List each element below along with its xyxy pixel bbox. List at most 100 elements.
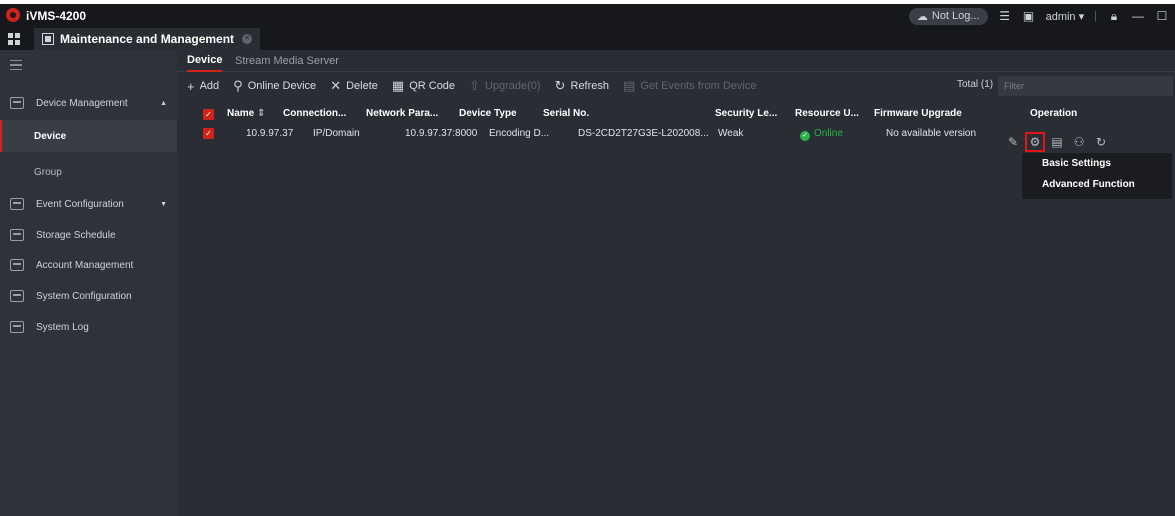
qr-code-button[interactable]: ▦ QR Code [392, 78, 455, 94]
chevron-down-icon: ▼ [160, 200, 167, 208]
title-bar: iVMS-4200 ☁ Not Log... ☰ ▣ admin ▾ | 🔒︎ … [0, 4, 1175, 28]
menu-toggle-icon[interactable] [10, 60, 22, 70]
remote-storage-icon[interactable]: ▤ [1049, 134, 1065, 150]
cell-device-type: Encoding D... [489, 128, 550, 139]
cell-serial: DS-2CD2T27G3E-L202008... [578, 128, 709, 139]
column-header-firmware[interactable]: Firmware Upgrade [874, 108, 962, 119]
sub-tab-bar: Device Stream Media Server [177, 50, 1175, 72]
column-header-resource[interactable]: Resource U... [795, 108, 859, 119]
chevron-down-icon: ▾ [1078, 10, 1085, 23]
get-events-button[interactable]: ▤ Get Events from Device [623, 78, 756, 94]
delete-label: Delete [346, 80, 378, 92]
tab-label: Maintenance and Management [60, 32, 235, 46]
module-grid-icon[interactable] [8, 33, 20, 45]
column-header-name[interactable]: Name [227, 108, 254, 119]
status-badge: ✓ Online [800, 128, 843, 141]
column-header-network[interactable]: Network Para... [366, 108, 438, 119]
status-label: Online [814, 128, 843, 139]
check-circle-icon: ✓ [800, 131, 810, 141]
sidebar-item-label: Device Management [36, 97, 128, 109]
edit-icon[interactable]: ✎ [1005, 134, 1021, 150]
cell-network: 10.9.97.37:8000 [405, 128, 478, 139]
menu-item-basic-settings[interactable]: Basic Settings [1022, 153, 1172, 174]
refresh-icon[interactable]: ↻ [1093, 134, 1109, 150]
tab-stream-media-server[interactable]: Stream Media Server [235, 50, 339, 72]
sidebar-item-storage-schedule[interactable]: Storage Schedule [0, 220, 177, 250]
select-all-checkbox[interactable]: ✓ [203, 109, 214, 120]
sort-icon[interactable]: ⇕ [257, 108, 265, 119]
remote-configuration-gear-icon[interactable]: ⚙ [1025, 132, 1045, 152]
get-events-label: Get Events from Device [640, 80, 757, 92]
column-header-operation: Operation [1030, 108, 1078, 119]
sidebar-item-label: Group [34, 166, 62, 178]
sidebar-item-label: Device [34, 130, 67, 142]
cell-connection: IP/Domain [313, 128, 360, 139]
ivms-window: iVMS-4200 ☁ Not Log... ☰ ▣ admin ▾ | 🔒︎ … [0, 4, 1175, 516]
filter-input[interactable] [998, 76, 1173, 96]
event-configuration-icon [10, 198, 24, 210]
online-device-button[interactable]: ⚲ Online Device [233, 78, 316, 94]
sidebar-item-device-management[interactable]: Device Management ▲ [0, 88, 177, 118]
sidebar: Device Management ▲ Device Group Event C… [0, 50, 177, 516]
user-name: admin [1045, 10, 1076, 23]
title-controls: ☁ Not Log... ☰ ▣ admin ▾ | 🔒︎ — ☐ [908, 7, 1169, 25]
tab-device[interactable]: Device [187, 50, 223, 72]
column-header-device-type[interactable]: Device Type [459, 108, 517, 119]
upgrade-label: Upgrade(0) [484, 80, 541, 92]
main-content: Device Stream Media Server + Add ⚲ Online … [177, 50, 1175, 516]
close-icon[interactable]: ✕ [242, 34, 253, 44]
gear-icon [10, 290, 24, 302]
cloud-icon: ☁ [916, 10, 928, 23]
sidebar-item-label: Event Configuration [36, 198, 124, 210]
task-list-icon[interactable]: ☰ [998, 9, 1012, 23]
add-button[interactable]: + Add [187, 79, 219, 94]
sidebar-item-system-configuration[interactable]: System Configuration [0, 281, 177, 311]
sidebar-item-device[interactable]: Device [0, 120, 177, 152]
picture-icon[interactable]: ▣ [1022, 9, 1036, 23]
online-device-label: Online Device [247, 80, 317, 92]
upgrade-button[interactable]: ⇧ Upgrade(0) [469, 78, 541, 94]
column-header-serial[interactable]: Serial No. [543, 108, 589, 119]
config-dropdown-menu: Basic Settings Advanced Function [1022, 153, 1172, 199]
app-title: iVMS-4200 [26, 9, 87, 23]
column-header-security[interactable]: Security Le... [715, 108, 777, 119]
storage-icon [10, 229, 24, 241]
sidebar-item-system-log[interactable]: System Log [0, 312, 177, 342]
sidebar-item-group[interactable]: Group [0, 156, 177, 188]
cell-name: 10.9.97.37 [246, 128, 294, 139]
sidebar-item-label: System Configuration [36, 290, 132, 302]
column-header-connection[interactable]: Connection... [283, 108, 346, 119]
log-icon [10, 321, 24, 333]
total-count: Total (1) [957, 79, 994, 90]
plus-icon: + [187, 78, 195, 94]
user-icon[interactable]: ⚇ [1071, 134, 1087, 150]
lock-icon[interactable]: 🔒︎ [1107, 9, 1121, 23]
user-menu[interactable]: admin ▾ [1046, 10, 1085, 23]
maximize-icon[interactable]: ☐ [1155, 9, 1169, 23]
menu-item-advanced-function[interactable]: Advanced Function [1022, 174, 1172, 195]
qr-code-icon: ▦ [391, 78, 405, 93]
ivms-logo-icon [6, 8, 20, 22]
sidebar-item-account-management[interactable]: Account Management [0, 250, 177, 280]
add-label: Add [199, 80, 220, 92]
refresh-icon: ↻ [554, 78, 566, 93]
row-checkbox[interactable]: ✓ [203, 128, 214, 139]
delete-button[interactable]: ✕ Delete [330, 78, 378, 94]
refresh-label: Refresh [570, 80, 610, 92]
device-management-icon [10, 97, 24, 109]
cloud-login-button[interactable]: ☁ Not Log... [908, 7, 988, 25]
sidebar-item-label: Account Management [36, 259, 134, 271]
sidebar-item-label: System Log [36, 321, 89, 333]
tab-maintenance-management[interactable]: Maintenance and Management ✕ [34, 28, 261, 50]
cell-firmware: No available version [886, 128, 977, 139]
module-icon [42, 33, 54, 45]
cell-security: Weak [718, 128, 744, 139]
user-icon [10, 259, 24, 271]
sidebar-item-event-configuration[interactable]: Event Configuration ▼ [0, 189, 177, 219]
table-header: ✓ Name ⇕ Connection... Network Para... D… [177, 106, 1175, 124]
minimize-icon[interactable]: — [1131, 9, 1145, 23]
not-logged-label: Not Log... [931, 10, 980, 22]
divider: | [1094, 10, 1097, 22]
refresh-button[interactable]: ↻ Refresh [555, 78, 609, 94]
close-icon: ✕ [330, 78, 342, 93]
